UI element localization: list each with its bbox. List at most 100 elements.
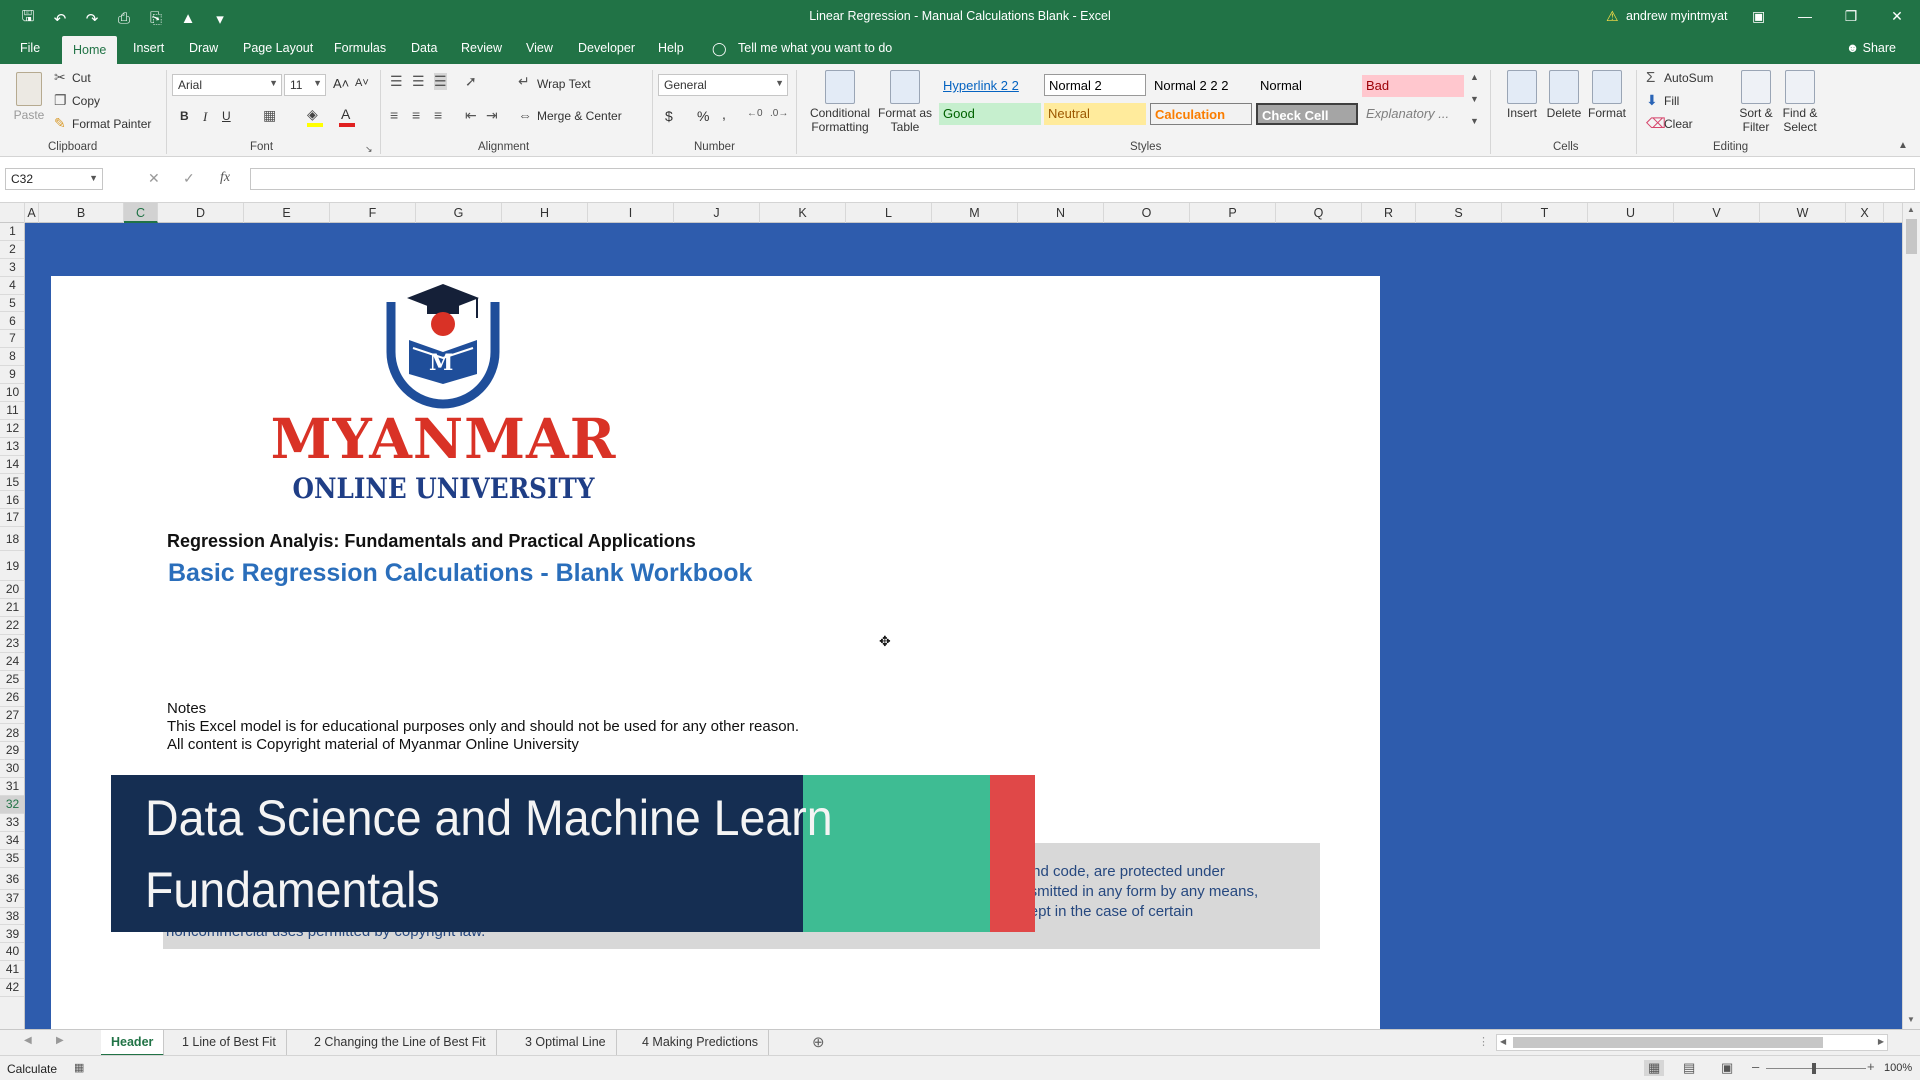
style-normal-2-2-2[interactable]: Normal 2 2 2 bbox=[1150, 75, 1252, 97]
decrease-decimal-icon[interactable]: .0→ bbox=[770, 108, 788, 119]
merge-center-button[interactable]: Merge & Center bbox=[537, 109, 622, 123]
underline-button[interactable]: U bbox=[222, 109, 231, 123]
row-header-30[interactable]: 30 bbox=[0, 760, 24, 779]
align-bottom-icon[interactable]: ☰ bbox=[434, 73, 447, 90]
clear-button[interactable]: Clear bbox=[1664, 117, 1693, 131]
page-layout-view-icon[interactable]: ▤ bbox=[1683, 1060, 1695, 1076]
vertical-scrollbar[interactable]: ▲ ▼ bbox=[1902, 203, 1920, 1029]
next-sheet-icon[interactable]: ▶ bbox=[56, 1035, 64, 1046]
row-header-38[interactable]: 38 bbox=[0, 908, 24, 926]
style-neutral[interactable]: Neutral bbox=[1044, 103, 1146, 125]
row-header-24[interactable]: 24 bbox=[0, 653, 24, 671]
row-header-13[interactable]: 13 bbox=[0, 438, 24, 456]
insert-cells-button[interactable]: Insert bbox=[1502, 70, 1542, 120]
column-header-d[interactable]: D bbox=[158, 203, 244, 223]
increase-indent-icon[interactable]: ⇥ bbox=[486, 107, 498, 124]
status-mode[interactable]: Calculate bbox=[7, 1062, 57, 1076]
style-normal-2[interactable]: Normal 2 bbox=[1044, 74, 1146, 96]
row-header-6[interactable]: 6 bbox=[0, 313, 24, 331]
align-middle-icon[interactable]: ☰ bbox=[412, 73, 425, 90]
style-calculation[interactable]: Calculation bbox=[1150, 103, 1252, 125]
font-launcher-icon[interactable]: ↘ bbox=[365, 144, 373, 155]
column-header-u[interactable]: U bbox=[1588, 203, 1674, 223]
cut-button[interactable]: Cut bbox=[72, 71, 91, 85]
column-header-g[interactable]: G bbox=[416, 203, 502, 223]
font-name-select[interactable]: Arial ▼ bbox=[172, 74, 282, 96]
font-color-icon[interactable]: A bbox=[341, 106, 350, 122]
row-header-41[interactable]: 41 bbox=[0, 961, 24, 980]
style-good[interactable]: Good bbox=[939, 103, 1041, 125]
sheet-tab-optimal-line[interactable]: 3 Optimal Line bbox=[515, 1030, 617, 1056]
row-header-14[interactable]: 14 bbox=[0, 456, 24, 474]
row-header-9[interactable]: 9 bbox=[0, 366, 24, 385]
paste-button[interactable]: Paste bbox=[10, 72, 48, 122]
tab-home[interactable]: Home bbox=[62, 36, 118, 64]
increase-decimal-icon[interactable]: ←0 bbox=[747, 108, 763, 119]
styles-scroll-down-icon[interactable]: ▼ bbox=[1470, 94, 1479, 104]
style-normal[interactable]: Normal bbox=[1256, 75, 1358, 97]
tab-review[interactable]: Review bbox=[461, 41, 502, 55]
column-header-n[interactable]: N bbox=[1018, 203, 1104, 223]
style-hyperlink-2-2[interactable]: Hyperlink 2 2 bbox=[939, 75, 1041, 97]
row-header-3[interactable]: 3 bbox=[0, 259, 24, 277]
column-header-q[interactable]: Q bbox=[1276, 203, 1362, 223]
normal-view-icon[interactable]: ▦ bbox=[1644, 1060, 1665, 1076]
sheet-tab-header[interactable]: Header bbox=[101, 1030, 165, 1056]
align-center-icon[interactable]: ≡ bbox=[412, 107, 420, 123]
sort-filter-button[interactable]: Sort & Filter bbox=[1734, 70, 1778, 134]
row-header-33[interactable]: 33 bbox=[0, 814, 24, 832]
zoom-slider-thumb[interactable] bbox=[1812, 1063, 1816, 1074]
column-header-e[interactable]: E bbox=[244, 203, 330, 223]
row-header-37[interactable]: 37 bbox=[0, 890, 24, 908]
fill-color-icon[interactable]: ◈ bbox=[307, 106, 318, 123]
tab-page-layout[interactable]: Page Layout bbox=[243, 41, 313, 55]
font-size-select[interactable]: 11 ▼ bbox=[284, 74, 326, 96]
tab-draw[interactable]: Draw bbox=[189, 41, 218, 55]
row-header-26[interactable]: 26 bbox=[0, 689, 24, 707]
column-header-t[interactable]: T bbox=[1502, 203, 1588, 223]
collapse-ribbon-icon[interactable]: ▲ bbox=[1898, 140, 1908, 151]
autosum-button[interactable]: AutoSum bbox=[1664, 71, 1713, 85]
row-header-4[interactable]: 4 bbox=[0, 277, 24, 295]
minimize-icon[interactable]: — bbox=[1782, 0, 1828, 34]
tab-data[interactable]: Data bbox=[411, 41, 437, 55]
borders-icon[interactable]: ▦ bbox=[263, 107, 276, 124]
decrease-font-icon[interactable]: A˅ bbox=[355, 77, 369, 89]
orientation-icon[interactable]: ➚ bbox=[465, 73, 477, 90]
column-header-f[interactable]: F bbox=[330, 203, 416, 223]
column-header-h[interactable]: H bbox=[502, 203, 588, 223]
scroll-down-icon[interactable]: ▼ bbox=[1907, 1015, 1915, 1024]
row-header-31[interactable]: 31 bbox=[0, 778, 24, 797]
align-right-icon[interactable]: ≡ bbox=[434, 107, 442, 123]
align-left-icon[interactable]: ≡ bbox=[390, 107, 398, 123]
share-button[interactable]: ☻ Share bbox=[1846, 41, 1896, 55]
copy-button[interactable]: Copy bbox=[72, 94, 100, 108]
column-header-c[interactable]: C bbox=[124, 203, 158, 223]
macro-record-icon[interactable]: ▦ bbox=[74, 1061, 84, 1074]
row-header-8[interactable]: 8 bbox=[0, 348, 24, 367]
tab-view[interactable]: View bbox=[526, 41, 553, 55]
delete-cells-button[interactable]: Delete bbox=[1544, 70, 1584, 120]
fill-button[interactable]: Fill bbox=[1664, 94, 1679, 108]
tab-help[interactable]: Help bbox=[658, 41, 684, 55]
styles-more-icon[interactable]: ▼ bbox=[1470, 116, 1479, 126]
align-top-icon[interactable]: ☰ bbox=[390, 73, 403, 90]
column-header-p[interactable]: P bbox=[1190, 203, 1276, 223]
bold-button[interactable]: B bbox=[180, 109, 189, 123]
row-header-7[interactable]: 7 bbox=[0, 330, 24, 349]
tab-insert[interactable]: Insert bbox=[133, 41, 164, 55]
tab-split-handle-icon[interactable]: ⋮ bbox=[1478, 1035, 1489, 1048]
styles-scroll-up-icon[interactable]: ▲ bbox=[1470, 72, 1479, 82]
zoom-in-icon[interactable]: + bbox=[1867, 1059, 1875, 1074]
insert-function-icon[interactable]: fx bbox=[220, 170, 230, 186]
row-header-18[interactable]: 18 bbox=[0, 527, 24, 552]
tab-formulas[interactable]: Formulas bbox=[334, 41, 386, 55]
column-header-b[interactable]: B bbox=[39, 203, 124, 223]
percent-button[interactable]: % bbox=[697, 108, 709, 124]
confirm-entry-icon[interactable]: ✓ bbox=[183, 170, 195, 187]
row-header-15[interactable]: 15 bbox=[0, 474, 24, 492]
row-header-39[interactable]: 39 bbox=[0, 926, 24, 944]
row-header-16[interactable]: 16 bbox=[0, 492, 24, 510]
row-header-36[interactable]: 36 bbox=[0, 868, 24, 890]
comma-button[interactable]: , bbox=[722, 106, 726, 122]
